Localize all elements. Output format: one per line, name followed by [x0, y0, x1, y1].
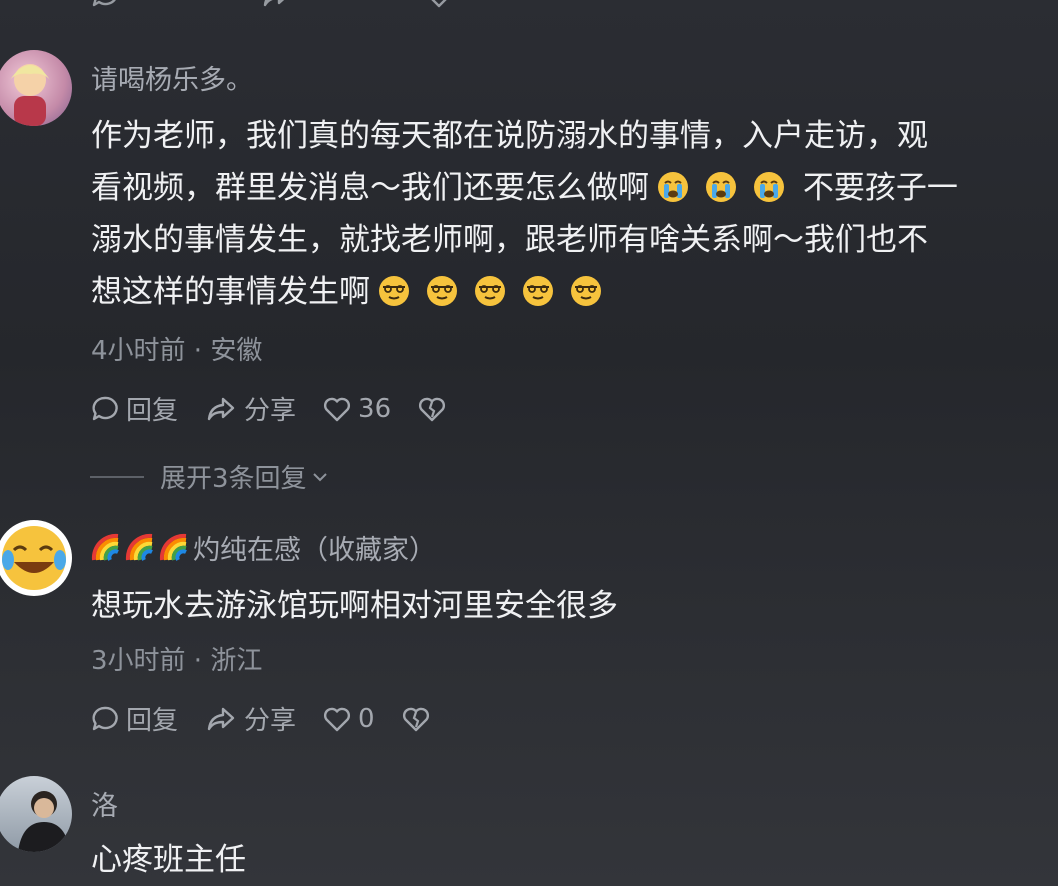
chevron-down-icon — [312, 472, 327, 481]
heart-icon — [424, 0, 454, 10]
prev-comment-actions — [90, 0, 486, 10]
reply-label: 回复 — [126, 706, 179, 736]
content-line: 看视频，群里发消息～我们还要怎么做啊 不要孩子一 — [91, 162, 1031, 214]
heart-icon — [322, 704, 352, 734]
comment-username[interactable]: 灼纯在感（收藏家） — [91, 528, 436, 567]
reply-label: 回复 — [126, 396, 179, 426]
share-button[interactable]: 分享 — [204, 390, 296, 427]
share-icon — [204, 704, 238, 734]
prev-like-button[interactable] — [424, 0, 460, 10]
like-count: 36 — [358, 393, 392, 424]
like-count: 0 — [358, 703, 375, 734]
smirk-emoji-icon — [473, 274, 507, 308]
avatar[interactable] — [0, 50, 72, 126]
username-text: 灼纯在感（收藏家） — [193, 535, 436, 566]
share-button[interactable]: 分享 — [204, 700, 296, 737]
reply-icon — [90, 704, 120, 734]
laughing-crying-emoji-avatar — [2, 526, 66, 590]
share-label: 分享 — [244, 706, 297, 736]
expand-label: 展开3条回复 — [160, 464, 307, 494]
reply-icon — [90, 0, 120, 10]
comment-content: 作为老师，我们真的每天都在说防溺水的事情，入户走访，观 看视频，群里发消息～我们… — [91, 110, 1031, 318]
rainbow-emoji-icon — [91, 533, 121, 563]
crying-face-emoji-icon — [656, 170, 690, 204]
like-button[interactable]: 36 — [322, 394, 391, 424]
like-button[interactable]: 0 — [322, 704, 375, 734]
comment-content: 心疼班主任 — [91, 842, 246, 878]
comment-meta: 4小时前 · 安徽 — [91, 336, 263, 366]
divider — [90, 475, 144, 478]
smirk-emoji-icon — [521, 274, 555, 308]
comment-username[interactable]: 请喝杨乐多。 — [91, 58, 253, 97]
content-line: 作为老师，我们真的每天都在说防溺水的事情，入户走访，观 — [91, 118, 928, 154]
reply-icon — [90, 394, 120, 424]
share-label: 分享 — [244, 396, 297, 426]
dislike-button[interactable] — [417, 394, 453, 424]
crying-face-emoji-icon — [704, 170, 738, 204]
avatar-anime-girl-image — [10, 64, 50, 126]
avatar[interactable] — [0, 776, 72, 852]
prev-share-button[interactable] — [262, 0, 298, 10]
share-icon — [204, 394, 238, 424]
broken-heart-icon — [401, 704, 431, 734]
crying-face-emoji-icon — [752, 170, 786, 204]
comment-actions: 回复 分享 36 — [90, 390, 479, 427]
broken-heart-icon — [417, 394, 447, 424]
comment-actions: 回复 分享 0 — [90, 700, 463, 737]
content-text: 看视频，群里发消息～我们还要怎么做啊 — [91, 170, 649, 206]
reply-button[interactable]: 回复 — [90, 700, 178, 737]
avatar-person-photo — [18, 791, 70, 852]
avatar[interactable] — [0, 520, 72, 596]
heart-icon — [322, 394, 352, 424]
dislike-button[interactable] — [401, 704, 437, 734]
expand-replies-button[interactable]: 展开3条回复 — [90, 458, 329, 495]
rainbow-emoji-icon — [125, 533, 155, 563]
content-line: 想这样的事情发生啊 — [91, 266, 1031, 318]
smirk-emoji-icon — [425, 274, 459, 308]
comment-username[interactable]: 洛 — [91, 784, 118, 823]
prev-reply-button[interactable] — [90, 0, 126, 10]
smirk-emoji-icon — [569, 274, 603, 308]
comment-content: 想玩水去游泳馆玩啊相对河里安全很多 — [91, 588, 618, 624]
share-icon — [262, 0, 292, 10]
content-text: 想这样的事情发生啊 — [91, 274, 370, 310]
content-text: 不要孩子一 — [793, 170, 958, 206]
comment-meta: 3小时前 · 浙江 — [91, 646, 263, 676]
content-line: 溺水的事情发生，就找老师啊，跟老师有啥关系啊～我们也不 — [91, 222, 928, 258]
smirk-emoji-icon — [377, 274, 411, 308]
reply-button[interactable]: 回复 — [90, 390, 178, 427]
rainbow-emoji-icon — [159, 533, 189, 563]
